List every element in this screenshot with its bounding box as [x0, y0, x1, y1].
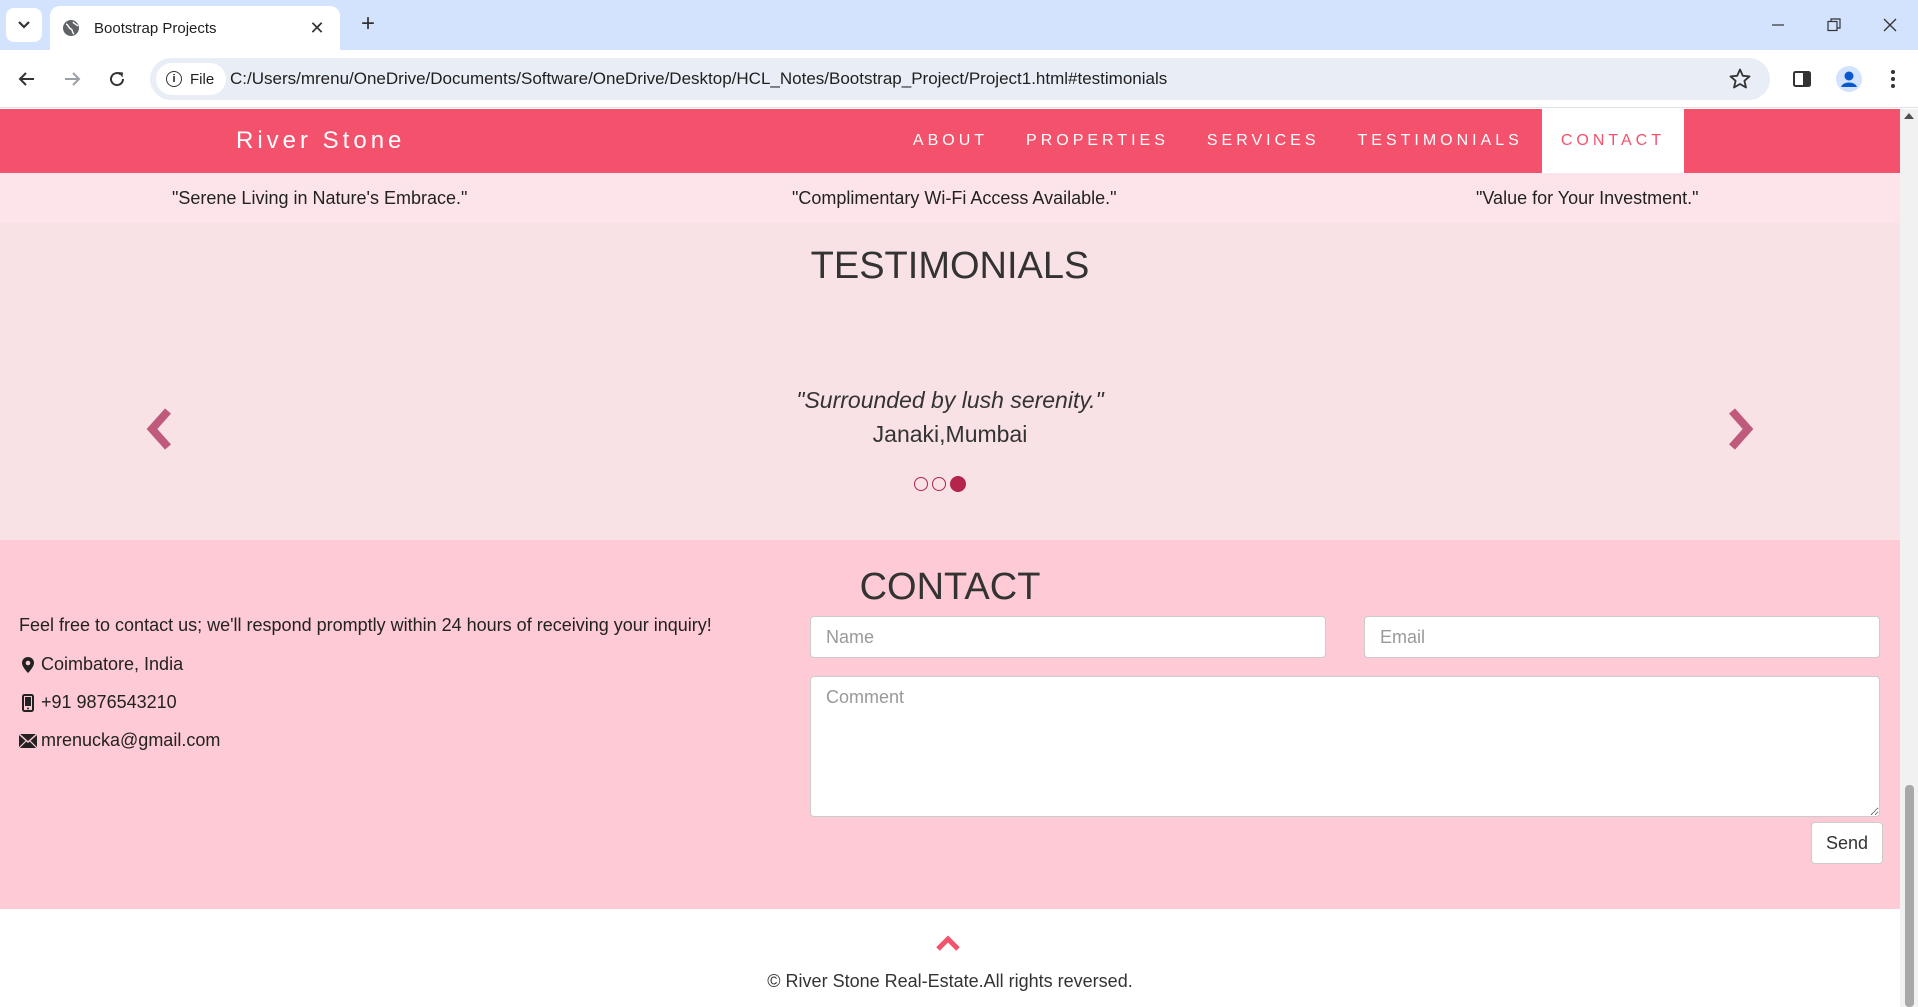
- chevron-down-icon: [18, 21, 30, 29]
- quotes-strip: "Serene Living in Nature's Embrace." "Co…: [0, 173, 1900, 223]
- carousel-indicators: [914, 476, 966, 492]
- phone-text: +91 9876543210: [41, 692, 177, 712]
- comment-field[interactable]: [810, 676, 1880, 817]
- nav-item-testimonials[interactable]: TESTIMONIALS: [1339, 109, 1542, 173]
- contact-section: CONTACT Feel free to contact us; we'll r…: [0, 540, 1900, 909]
- carousel-indicator[interactable]: [932, 477, 946, 491]
- map-marker-icon: [19, 656, 37, 674]
- email-field[interactable]: [1364, 616, 1880, 658]
- site-footer: © River Stone Real-Estate.All rights rev…: [0, 909, 1900, 1007]
- new-tab-button[interactable]: +: [352, 10, 384, 40]
- restore-icon[interactable]: [1806, 0, 1862, 50]
- scroll-up-icon[interactable]: [1904, 113, 1914, 119]
- contact-phone: +91 9876543210: [19, 692, 177, 713]
- tab-title: Bootstrap Projects: [94, 19, 217, 37]
- close-icon[interactable]: [1862, 0, 1918, 50]
- minimize-icon[interactable]: [1750, 0, 1806, 50]
- carousel-next-icon[interactable]: [1718, 403, 1758, 455]
- scroll-thumb[interactable]: [1905, 785, 1914, 1007]
- close-tab-icon[interactable]: ✕: [306, 18, 328, 39]
- tab-search-button[interactable]: [6, 8, 42, 42]
- nav-item-about[interactable]: ABOUT: [894, 109, 1007, 173]
- bookmark-star-icon[interactable]: [1728, 67, 1752, 91]
- globe-icon: [63, 20, 79, 36]
- side-panel-icon[interactable]: [1787, 64, 1817, 94]
- nav-item-properties[interactable]: PROPERTIES: [1007, 109, 1188, 173]
- contact-location: Coimbatore, India: [19, 654, 183, 675]
- copyright-text: © River Stone Real-Estate.All rights rev…: [767, 971, 1133, 991]
- address-bar[interactable]: i File C:/Users/mrenu/OneDrive/Documents…: [150, 58, 1770, 100]
- forward-icon[interactable]: [55, 62, 89, 96]
- more-menu-icon[interactable]: [1878, 64, 1908, 94]
- brand-logo[interactable]: River Stone: [236, 109, 405, 173]
- testimonial-quote: "Surrounded by lush serenity.": [796, 387, 1104, 413]
- page-scrollbar[interactable]: [1900, 109, 1918, 1007]
- contact-heading: CONTACT: [859, 566, 1041, 608]
- quote-item: "Value for Your Investment.": [1476, 188, 1699, 208]
- profile-avatar-icon[interactable]: [1834, 64, 1864, 94]
- carousel-prev-icon[interactable]: [142, 403, 182, 455]
- contact-email: mrenucka@gmail.com: [19, 730, 220, 751]
- testimonials-section: TESTIMONIALS "Surrounded by lush serenit…: [0, 223, 1900, 540]
- reload-icon[interactable]: [100, 62, 134, 96]
- envelope-icon: [19, 732, 37, 750]
- location-text: Coimbatore, India: [41, 654, 184, 674]
- info-icon: i: [166, 71, 182, 87]
- quote-item: "Complimentary Wi-Fi Access Available.": [792, 188, 1117, 208]
- phone-icon: [19, 693, 37, 712]
- testimonials-heading: TESTIMONIALS: [810, 245, 1090, 287]
- chevron-up-icon[interactable]: [936, 934, 960, 952]
- testimonial-author: Janaki,Mumbai: [872, 421, 1028, 447]
- name-field[interactable]: [810, 616, 1326, 658]
- site-info-chip[interactable]: i File: [156, 63, 227, 95]
- carousel-indicator[interactable]: [914, 477, 928, 491]
- site-navbar: River Stone ABOUT PROPERTIES SERVICES TE…: [0, 109, 1900, 173]
- browser-toolbar: i File C:/Users/mrenu/OneDrive/Documents…: [0, 50, 1918, 108]
- contact-intro: Feel free to contact us; we'll respond p…: [19, 615, 712, 635]
- quote-item: "Serene Living in Nature's Embrace.": [172, 188, 468, 208]
- browser-tab-bar: Bootstrap Projects ✕ +: [0, 0, 1918, 50]
- send-button[interactable]: Send: [1811, 822, 1883, 864]
- nav-item-contact[interactable]: CONTACT: [1541, 109, 1684, 173]
- nav-item-services[interactable]: SERVICES: [1188, 109, 1339, 173]
- url-text[interactable]: C:/Users/mrenu/OneDrive/Documents/Softwa…: [230, 58, 1167, 100]
- back-icon[interactable]: [10, 62, 44, 96]
- email-text: mrenucka@gmail.com: [41, 730, 221, 750]
- carousel-indicator-active[interactable]: [950, 476, 966, 492]
- browser-tab[interactable]: Bootstrap Projects ✕: [50, 6, 340, 50]
- chip-label: File: [190, 70, 215, 88]
- page-viewport: River Stone ABOUT PROPERTIES SERVICES TE…: [0, 109, 1900, 1007]
- nav-menu: ABOUT PROPERTIES SERVICES TESTIMONIALS C…: [894, 109, 1684, 173]
